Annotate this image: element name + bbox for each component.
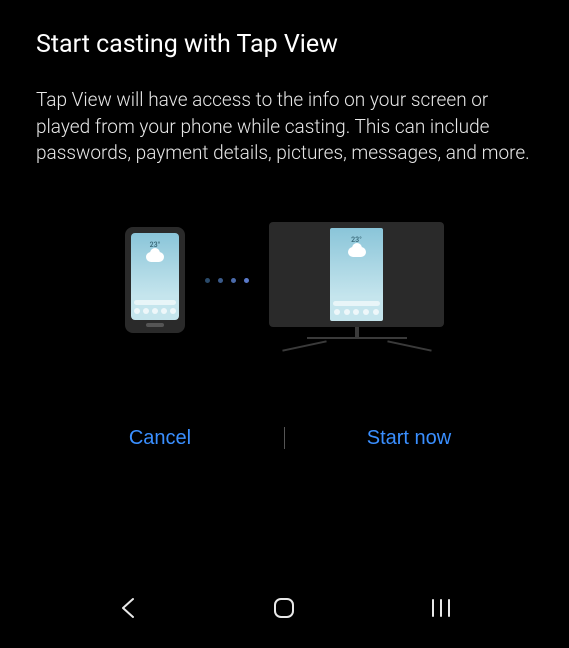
start-now-button[interactable]: Start now <box>285 417 533 460</box>
back-button[interactable] <box>113 593 143 623</box>
phone-icon: 23° <box>125 227 185 333</box>
recents-button[interactable] <box>426 593 456 623</box>
cloud-icon <box>146 252 164 262</box>
navigation-bar <box>0 578 569 638</box>
connection-dots-icon <box>205 278 249 283</box>
dialog-title: Start casting with Tap View <box>36 30 533 59</box>
back-icon <box>120 597 136 619</box>
home-button[interactable] <box>269 593 299 623</box>
recents-icon <box>430 598 452 618</box>
tv-icon: 23° <box>269 222 444 339</box>
cancel-button[interactable]: Cancel <box>36 417 284 460</box>
dialog-description: Tap View will have access to the info on… <box>36 87 533 167</box>
casting-illustration: 23° <box>36 222 533 339</box>
dialog-buttons: Cancel Start now <box>36 417 533 460</box>
home-icon <box>273 597 295 619</box>
cast-permission-dialog: Start casting with Tap View Tap View wil… <box>0 0 569 460</box>
